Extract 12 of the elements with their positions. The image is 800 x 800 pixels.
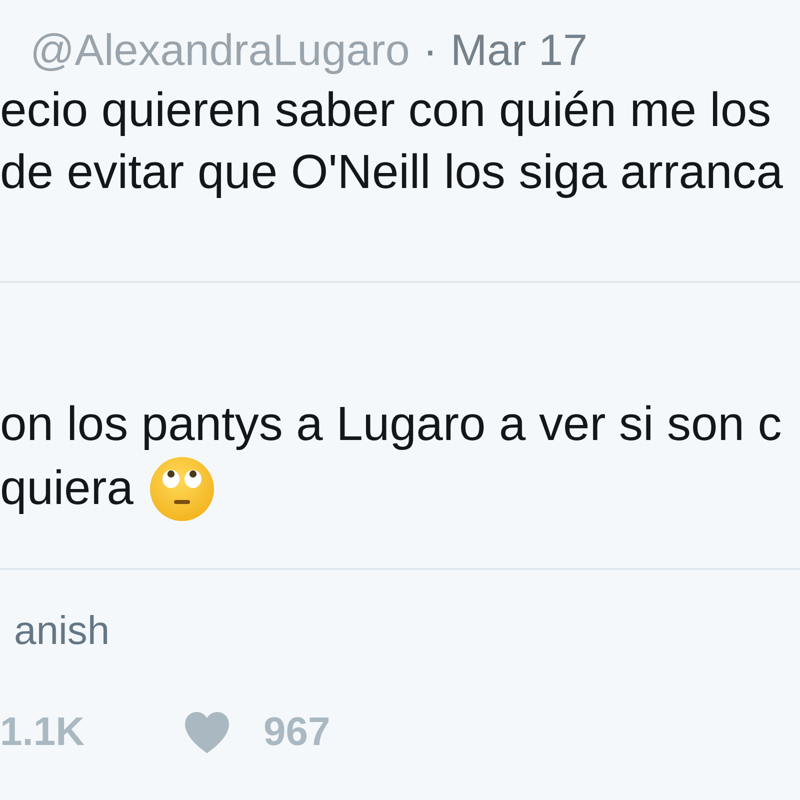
reply-text-line: on los pantys a Lugaro a ver si son c bbox=[0, 397, 782, 453]
translate-link[interactable]: anish bbox=[14, 607, 110, 655]
user-handle[interactable]: @AlexandraLugaro bbox=[30, 25, 410, 77]
reply-text-line: quiera bbox=[0, 461, 134, 517]
heart-icon[interactable] bbox=[182, 710, 230, 754]
count-text: 1.1K bbox=[0, 709, 84, 756]
rolling-eyes-emoji-icon bbox=[150, 457, 214, 521]
tweet-date[interactable]: Mar 17 bbox=[450, 25, 588, 77]
tweet-text-line: ecio quieren saber con quién me los bbox=[0, 83, 772, 139]
like-count: 967 bbox=[264, 709, 330, 756]
tweet-text-line: de evitar que O'Neill los siga arranca bbox=[0, 145, 783, 201]
separator-dot: · bbox=[422, 25, 438, 77]
